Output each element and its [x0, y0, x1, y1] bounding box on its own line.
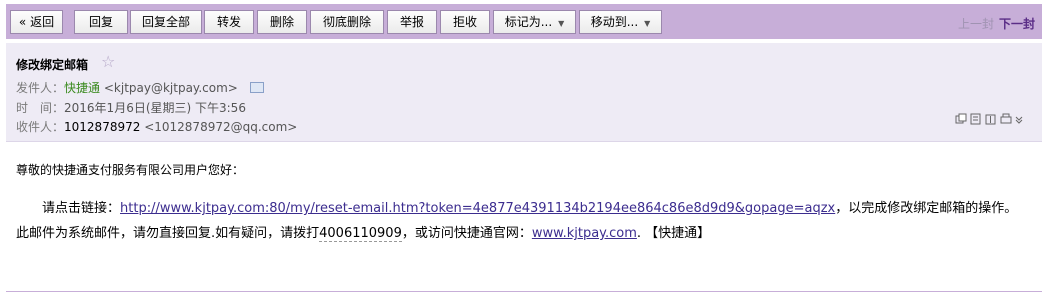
report-button[interactable]: 举报 [387, 10, 437, 34]
move-to-dropdown[interactable]: 移动到... ▼ [579, 10, 662, 34]
greeting-text: 尊敬的快捷通支付服务有限公司用户您好： [16, 163, 245, 177]
move-to-label: 移动到... [590, 15, 639, 29]
delete-permanent-button[interactable]: 彻底删除 [310, 10, 384, 34]
bottom-divider [6, 291, 1042, 292]
mail-content: 请点击链接：http://www.kjtpay.com:80/my/reset-… [16, 196, 1028, 246]
recipient-label: 收件人： [16, 120, 65, 134]
time-label: 时 间： [16, 101, 65, 115]
mail-header: 修改绑定邮箱 ☆ 发件人：快捷通 <kjtpay@kjtpay.com> 时 间… [6, 43, 1042, 142]
view-icons-svg [955, 113, 1023, 125]
mark-as-dropdown[interactable]: 标记为... ▼ [493, 10, 576, 34]
mail-body: 尊敬的快捷通支付服务有限公司用户您好： 请点击链接：http://www.kjt… [6, 146, 1042, 291]
star-icon[interactable]: ☆ [101, 52, 115, 71]
time-value: 2016年1月6日(星期三) 下午3:56 [64, 101, 246, 115]
sender-label: 发件人： [16, 81, 65, 95]
recipient-name: 1012878972 [64, 120, 141, 134]
reject-button[interactable]: 拒收 [440, 10, 490, 34]
view-options-icons[interactable] [955, 113, 1025, 128]
delete-button[interactable]: 删除 [257, 10, 307, 34]
recipient-email: <1012878972@qq.com> [144, 120, 298, 134]
reply-button[interactable]: 回复 [74, 10, 128, 34]
reset-email-link[interactable]: http://www.kjtpay.com:80/my/reset-email.… [120, 201, 835, 216]
dropdown-arrow-icon: ▼ [558, 19, 565, 28]
reply-all-button[interactable]: 回复全部 [130, 10, 202, 34]
visit-text: ，或访问快捷通官网： [401, 226, 532, 241]
sender-email: <kjtpay@kjtpay.com> [103, 81, 238, 95]
recipient-row: 收件人：1012878972 <1012878972@qq.com> [16, 118, 297, 135]
forward-button[interactable]: 转发 [204, 10, 254, 34]
phone-number[interactable]: 4006110909 [319, 226, 402, 242]
next-mail-link[interactable]: 下一封 [999, 15, 1035, 32]
back-button[interactable]: « 返回 [10, 10, 63, 34]
signature-text: . 【快捷通】 [636, 226, 711, 241]
mail-subject: 修改绑定邮箱 [16, 58, 89, 72]
prev-mail-link[interactable]: 上一封 [958, 15, 994, 32]
site-link[interactable]: www.kjtpay.com [532, 226, 637, 241]
click-prefix: 请点击链接： [42, 201, 121, 216]
dropdown-arrow-icon: ▼ [644, 19, 651, 28]
sender-row: 发件人：快捷通 <kjtpay@kjtpay.com> [16, 79, 264, 96]
mark-as-label: 标记为... [504, 15, 553, 29]
mail-toolbar: « 返回 回复 回复全部 转发 删除 彻底删除 举报 拒收 标记为... ▼ 移动… [6, 4, 1042, 39]
contact-card-icon[interactable] [249, 82, 264, 93]
sender-name[interactable]: 快捷通 [64, 81, 100, 95]
time-row: 时 间：2016年1月6日(星期三) 下午3:56 [16, 99, 246, 116]
